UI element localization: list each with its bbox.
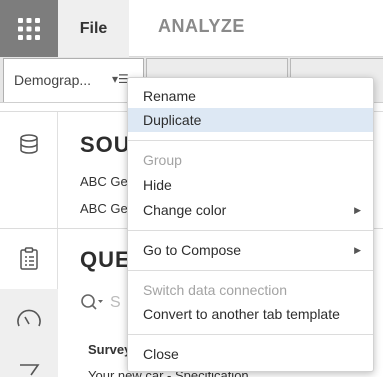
- rail-item-filter[interactable]: [0, 347, 58, 377]
- left-rail: [0, 111, 58, 377]
- rail-item-sources[interactable]: [0, 111, 58, 221]
- menu-separator: [128, 140, 373, 141]
- menu-separator: [128, 334, 373, 335]
- gauge-icon: [17, 309, 41, 327]
- menu-separator: [128, 230, 373, 231]
- menu-item-go-to-compose[interactable]: Go to Compose ▶: [128, 238, 373, 262]
- question-search[interactable]: S: [80, 293, 121, 313]
- analyze-tab[interactable]: ANALYZE: [158, 16, 245, 37]
- sources-title: SOU: [80, 132, 131, 157]
- file-tab[interactable]: File: [58, 0, 129, 57]
- submenu-arrow-icon: ▶: [354, 245, 361, 255]
- source-item[interactable]: ABC Ge: [80, 201, 128, 216]
- tab-context-menu: Rename Duplicate Group Hide Change color…: [127, 77, 374, 372]
- top-bar: File ANALYZE: [0, 0, 383, 57]
- source-item[interactable]: ABC Ge: [80, 174, 128, 189]
- tab-demographics[interactable]: Demograp... ▾☰: [3, 58, 144, 102]
- tab-demographics-label: Demograp...: [14, 72, 92, 88]
- menu-item-hide[interactable]: Hide: [128, 173, 373, 197]
- menu-item-group: Group: [143, 152, 182, 168]
- menu-item-go-to-compose-label: Go to Compose: [143, 242, 242, 258]
- submenu-arrow-icon: ▶: [354, 205, 361, 215]
- menu-item-convert-template[interactable]: Convert to another tab template: [128, 302, 373, 326]
- filter-icon: [20, 364, 40, 376]
- clipboard-icon: [20, 247, 38, 270]
- search-input[interactable]: S: [110, 294, 121, 312]
- questions-title: QUE: [80, 247, 131, 272]
- rail-item-gauge[interactable]: [0, 289, 58, 347]
- menu-item-rename[interactable]: Rename: [128, 84, 373, 108]
- search-icon: [81, 294, 103, 310]
- menu-item-duplicate[interactable]: Duplicate: [128, 108, 373, 132]
- apps-grid-icon: [18, 17, 40, 40]
- menu-separator: [128, 270, 373, 271]
- apps-grid-button[interactable]: [0, 0, 58, 57]
- question-group-label[interactable]: Survey: [88, 342, 131, 357]
- menu-item-change-color-label: Change color: [143, 202, 227, 218]
- menu-item-close[interactable]: Close: [128, 342, 373, 366]
- database-icon: [20, 134, 38, 154]
- menu-item-switch-data-connection: Switch data connection: [143, 282, 287, 298]
- menu-item-change-color[interactable]: Change color ▶: [128, 198, 373, 222]
- rail-item-questions[interactable]: [0, 229, 58, 289]
